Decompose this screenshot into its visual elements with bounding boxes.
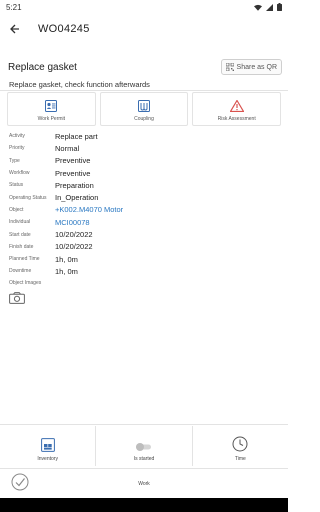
divider (0, 468, 288, 469)
property-row: Downtime 1h, 0m (9, 265, 280, 277)
inventory-label: Inventory (37, 456, 58, 462)
status-bar: 5:21 (0, 0, 288, 14)
property-row: Type Preventive (9, 155, 280, 167)
work-order-header: Replace gasket Share as QR (8, 56, 282, 78)
property-key: Activity (9, 133, 25, 140)
coupling-label: Coupling (134, 116, 154, 122)
property-key: Downtime (9, 268, 32, 275)
property-value: Preventive (55, 156, 91, 166)
inventory-button[interactable]: Inventory (0, 426, 97, 466)
wifi-icon (254, 4, 262, 11)
object-link[interactable]: +K002.M4070 Motor (55, 205, 123, 214)
object-images-section: Object Images (9, 280, 41, 309)
property-key: Individual (9, 219, 31, 226)
individual-link[interactable]: MCI00078 (55, 218, 90, 227)
work-order-title: Replace gasket (8, 61, 77, 73)
property-key: Start date (9, 231, 31, 238)
property-value: 10/20/2022 (55, 242, 93, 252)
camera-icon (9, 292, 25, 304)
property-value: 1h, 0m (55, 254, 78, 264)
inventory-icon (40, 438, 55, 452)
share-qr-button[interactable]: Share as QR (220, 59, 282, 75)
property-value: Preparation (55, 180, 94, 190)
property-row: Operating Status In_Operation (9, 191, 280, 203)
property-value: 10/20/2022 (55, 230, 93, 240)
properties-list: Activity Replace part Priority Normal Type… (9, 130, 280, 278)
clock-icon (232, 436, 248, 452)
property-key: Planned Time (9, 256, 40, 263)
property-row: Status Preparation (9, 179, 280, 191)
property-key: Operating Status (9, 194, 47, 201)
coupling-card[interactable]: Coupling (99, 92, 189, 126)
property-value: Normal (55, 143, 80, 153)
property-row: Start date 10/20/2022 (9, 228, 280, 240)
work-footer: Work (0, 470, 288, 498)
divider (0, 90, 288, 91)
risk-assessment-card[interactable]: Risk Assessment (192, 92, 282, 126)
page-title: WO04245 (38, 23, 90, 35)
work-permit-label: Work Permit (37, 116, 66, 122)
property-key: Type (9, 157, 20, 164)
status-time: 5:21 (6, 2, 22, 12)
property-row: Object +K002.M4070 Motor (9, 204, 280, 216)
time-button[interactable]: Time (193, 426, 288, 466)
arrow-left-icon (10, 24, 19, 34)
action-cards: Work Permit Coupling Risk Assessment (7, 92, 282, 126)
toggle-icon (135, 443, 151, 451)
warning-icon (229, 100, 244, 112)
add-image-button[interactable] (9, 291, 41, 309)
property-key: Workflow (9, 170, 30, 177)
property-row: Planned Time 1h, 0m (9, 253, 280, 265)
property-row: Individual MCI00078 (9, 216, 280, 228)
work-label: Work (138, 481, 150, 487)
divider (0, 424, 288, 425)
property-row: Activity Replace part (9, 130, 280, 142)
work-order-description: Replace gasket, check function afterward… (9, 80, 150, 89)
property-key: Priority (9, 145, 25, 152)
property-value: Replace part (55, 131, 98, 141)
bottom-actions: Inventory Is started Time (0, 426, 288, 466)
back-button[interactable] (8, 22, 22, 36)
signal-icon (266, 3, 273, 11)
property-key: Object (9, 206, 24, 213)
risk-assessment-label: Risk Assessment (217, 116, 256, 122)
object-images-label: Object Images (9, 280, 42, 286)
time-label: Time (234, 456, 246, 462)
property-row: Priority Normal (9, 142, 280, 154)
work-permit-card[interactable]: Work Permit (7, 92, 96, 126)
share-qr-label: Share as QR (236, 63, 277, 71)
property-value: 1h, 0m (55, 266, 78, 276)
property-value: In_Operation (55, 193, 99, 203)
property-key: Finish date (9, 243, 34, 250)
property-value: Preventive (55, 168, 91, 178)
app-bar: WO04245 (0, 14, 288, 44)
property-key: Status (9, 182, 24, 189)
property-row: Finish date 10/20/2022 (9, 241, 280, 253)
is-started-toggle[interactable]: Is started (96, 426, 193, 466)
is-started-label: Is started (133, 456, 155, 462)
property-row: Workflow Preventive (9, 167, 280, 179)
work-permit-icon (45, 100, 58, 112)
system-nav-bar (0, 498, 288, 512)
battery-icon (277, 3, 282, 11)
coupling-icon (138, 100, 150, 112)
qr-code-icon (225, 63, 234, 71)
